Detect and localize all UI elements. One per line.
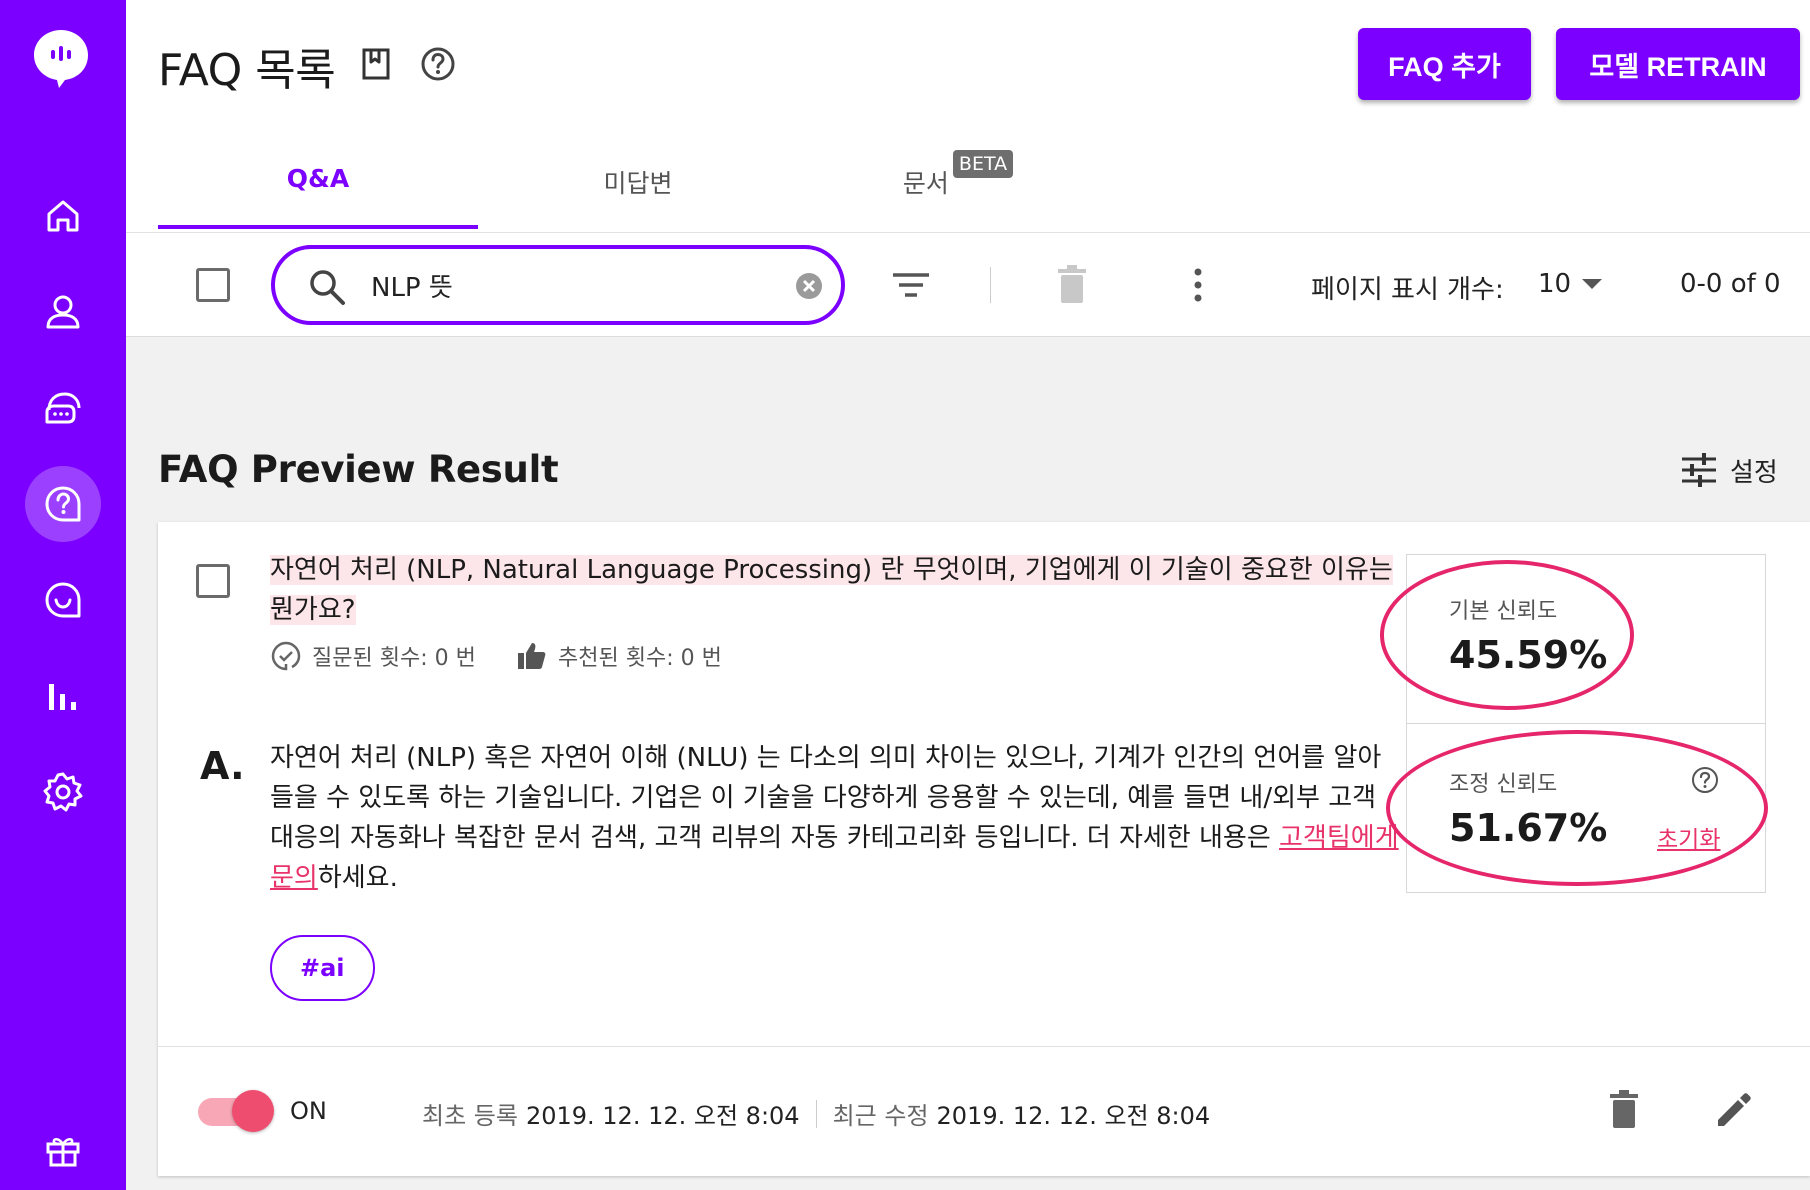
pagination-info: 0-0 of 0 bbox=[1680, 269, 1781, 299]
nav-faq[interactable] bbox=[25, 466, 101, 542]
preview-title: FAQ Preview Result bbox=[158, 448, 559, 491]
more-icon[interactable] bbox=[1176, 263, 1220, 307]
card-divider bbox=[158, 1046, 1810, 1047]
help-icon[interactable] bbox=[1691, 766, 1719, 794]
tab-unanswered[interactable]: 미답변 bbox=[478, 150, 798, 230]
filter-icon[interactable] bbox=[889, 263, 933, 307]
select-all-checkbox[interactable] bbox=[196, 268, 230, 302]
search-input[interactable] bbox=[371, 267, 771, 303]
search-box bbox=[271, 245, 845, 325]
nav-chat[interactable] bbox=[25, 370, 101, 446]
created-date: 2019. 12. 12. 오전 8:04 bbox=[525, 1102, 800, 1130]
settings-label: 설정 bbox=[1730, 457, 1778, 488]
tag-chip[interactable]: #ai bbox=[270, 935, 375, 1001]
page-header: FAQ 목록 FAQ 추가 모델 RETRAIN Q&A 미답변 문서BETA bbox=[126, 0, 1810, 232]
faq-icon bbox=[45, 486, 81, 522]
help-icon[interactable] bbox=[420, 46, 456, 82]
updated-date: 2019. 12. 12. 오전 8:04 bbox=[936, 1102, 1211, 1130]
adjusted-confidence-value: 51.67% bbox=[1449, 806, 1608, 850]
bookmark-icon[interactable] bbox=[358, 46, 394, 82]
faq-question-text: 자연어 처리 (NLP, Natural Language Processing… bbox=[270, 555, 1393, 625]
edit-icon[interactable] bbox=[1712, 1088, 1756, 1132]
base-confidence-box: 기본 신뢰도 45.59% bbox=[1406, 554, 1766, 724]
nav-messages[interactable] bbox=[25, 562, 101, 638]
nav-stats[interactable] bbox=[25, 658, 101, 734]
reset-link[interactable]: 초기화 bbox=[1657, 820, 1720, 854]
nav-users[interactable] bbox=[25, 274, 101, 350]
gift-icon bbox=[46, 1138, 80, 1167]
beta-badge: BETA bbox=[952, 150, 1014, 178]
faq-dates: 최초 등록 2019. 12. 12. 오전 8:04 최근 수정 2019. … bbox=[422, 1096, 1210, 1131]
faq-select-checkbox[interactable] bbox=[196, 564, 230, 598]
adjusted-confidence-label: 조정 신뢰도 bbox=[1449, 772, 1558, 797]
adjusted-confidence-box: 조정 신뢰도 51.67% 초기화 bbox=[1406, 723, 1766, 893]
page-size-label: 페이지 표시 개수: bbox=[1311, 275, 1504, 305]
updated-label: 최근 수정 bbox=[832, 1102, 929, 1130]
tab-documents-label: 문서 bbox=[902, 169, 949, 198]
chevron-down-icon[interactable] bbox=[1582, 279, 1602, 289]
base-confidence-label: 기본 신뢰도 bbox=[1449, 599, 1558, 624]
thumb-up-icon bbox=[518, 643, 546, 669]
asked-count: 질문된 횟수: 0 번 bbox=[270, 640, 476, 672]
nav-home[interactable] bbox=[25, 178, 101, 254]
answer-text: 자연어 처리 (NLP) 혹은 자연어 이해 (NLU) 는 다소의 의미 차이… bbox=[270, 743, 1382, 853]
recommended-count-text: 추천된 횟수: 0 번 bbox=[558, 646, 722, 671]
settings-icon bbox=[43, 772, 83, 812]
toolbar-divider bbox=[990, 267, 991, 303]
chat-icon bbox=[45, 392, 81, 424]
answer-mark: A. bbox=[200, 744, 245, 788]
faq-answer[interactable]: 자연어 처리 (NLP) 혹은 자연어 이해 (NLU) 는 다소의 의미 차이… bbox=[270, 738, 1400, 898]
recommended-count: 추천된 횟수: 0 번 bbox=[516, 640, 722, 672]
nav-gift[interactable] bbox=[25, 1112, 101, 1188]
page-title: FAQ 목록 bbox=[158, 45, 336, 96]
message-icon bbox=[45, 582, 81, 618]
active-tab-indicator bbox=[158, 225, 478, 229]
date-separator bbox=[815, 1099, 817, 1128]
user-icon bbox=[46, 295, 80, 329]
search-icon bbox=[310, 270, 345, 305]
logo-icon[interactable] bbox=[32, 28, 90, 90]
faq-question[interactable]: 자연어 처리 (NLP, Natural Language Processing… bbox=[270, 550, 1400, 630]
nav-settings[interactable] bbox=[25, 754, 101, 830]
toggle-label: ON bbox=[290, 1097, 327, 1125]
clear-icon[interactable] bbox=[795, 272, 823, 300]
faq-card: 자연어 처리 (NLP, Natural Language Processing… bbox=[158, 522, 1810, 1176]
tune-icon bbox=[1682, 453, 1716, 487]
delete-icon[interactable] bbox=[1602, 1088, 1646, 1132]
sidebar bbox=[0, 0, 126, 1190]
toggle-knob[interactable] bbox=[232, 1090, 274, 1132]
home-icon bbox=[47, 200, 79, 232]
tab-unanswered-label: 미답변 bbox=[603, 169, 673, 198]
delete-icon[interactable] bbox=[1050, 263, 1094, 307]
answer-suffix: 하세요. bbox=[317, 863, 398, 893]
toolbar: 페이지 표시 개수: 10 0-0 of 0 bbox=[126, 232, 1810, 337]
settings-button[interactable]: 설정 bbox=[1680, 448, 1778, 492]
asked-count-text: 질문된 횟수: 0 번 bbox=[312, 646, 476, 671]
check-circle-icon bbox=[271, 641, 301, 671]
page-size-select[interactable]: 10 bbox=[1538, 269, 1571, 299]
add-faq-button[interactable]: FAQ 추가 bbox=[1358, 28, 1531, 100]
retrain-model-button[interactable]: 모델 RETRAIN bbox=[1556, 28, 1800, 100]
tab-qa-label: Q&A bbox=[286, 164, 350, 193]
tab-documents[interactable]: 문서BETA bbox=[798, 150, 1118, 230]
created-label: 최초 등록 bbox=[422, 1102, 518, 1130]
tab-qa[interactable]: Q&A bbox=[158, 150, 478, 230]
base-confidence-value: 45.59% bbox=[1449, 633, 1608, 677]
stats-icon bbox=[49, 684, 76, 710]
